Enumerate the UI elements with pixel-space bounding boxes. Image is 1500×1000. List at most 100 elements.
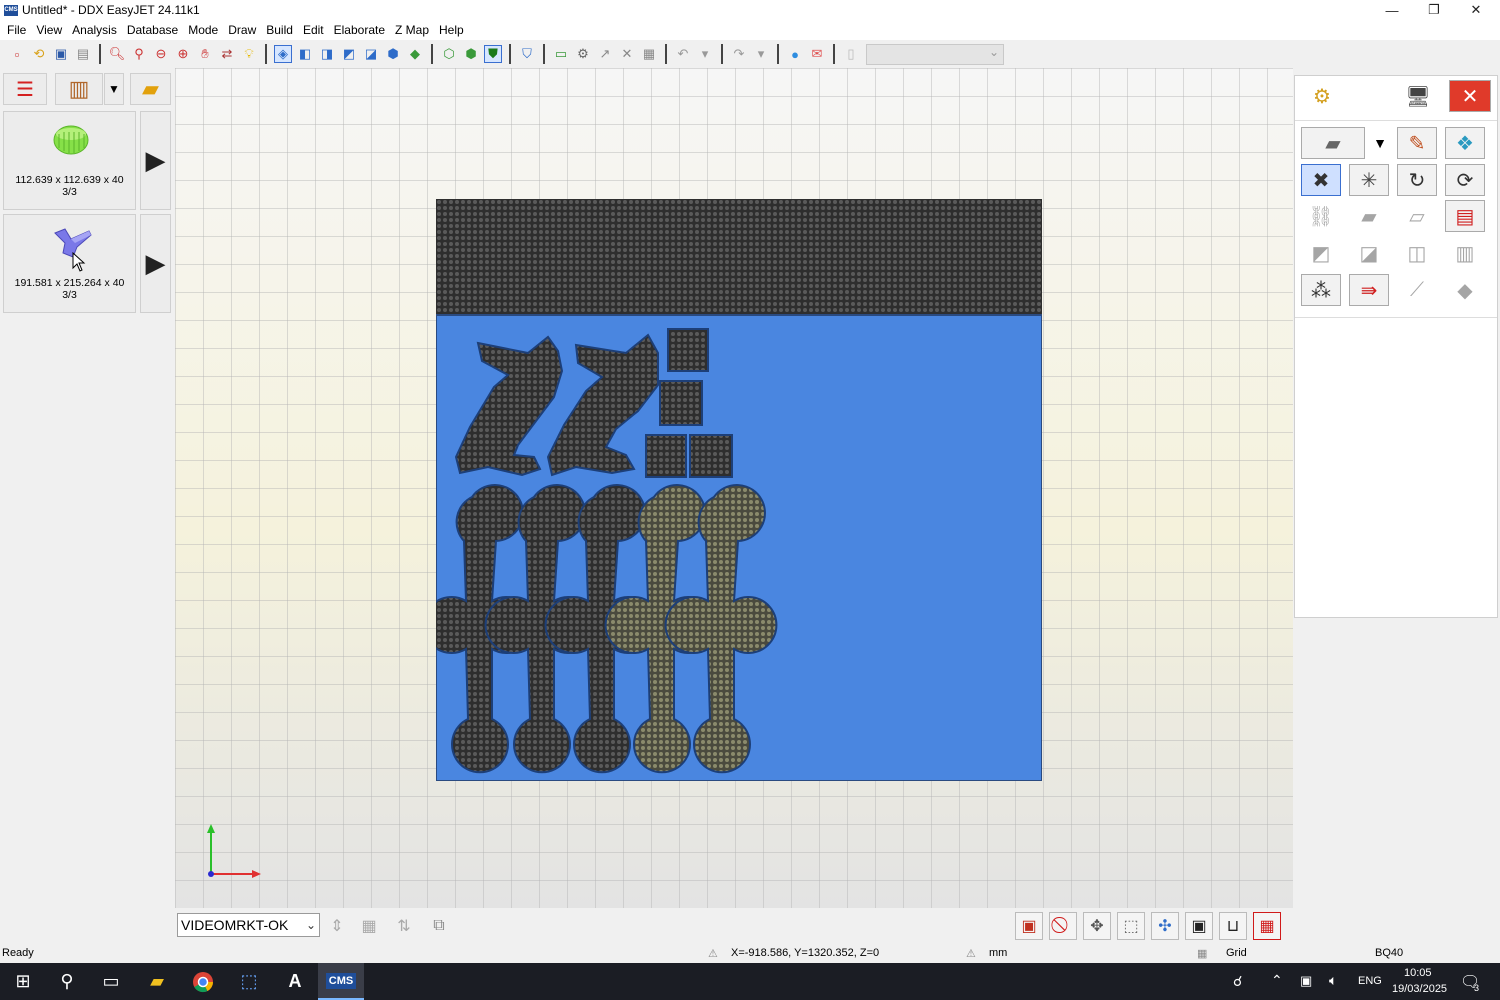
move-parts-icon[interactable]: ✣ xyxy=(1151,912,1179,940)
view-front-icon[interactable]: ◧ xyxy=(296,45,314,63)
parts-list-button[interactable]: ☰ xyxy=(3,73,47,105)
prohibit-icon[interactable]: ⃠ xyxy=(1049,912,1077,940)
part-card-1[interactable]: 112.639 x 112.639 x 40 3/3 xyxy=(3,111,136,210)
zoom-window-icon[interactable]: 🔍︎ xyxy=(108,45,126,63)
report-icon[interactable]: ▦ xyxy=(640,45,658,63)
spin-arrows-icon[interactable]: ⇕ xyxy=(323,913,351,939)
undo-dropdown-icon[interactable]: ▾ xyxy=(696,45,714,63)
sheet-dropdown-icon[interactable]: ▼ xyxy=(1369,127,1391,159)
toolbar-combo[interactable] xyxy=(866,43,1004,65)
nesting-tool-icon[interactable]: ⧉ xyxy=(425,913,453,939)
select-part-icon[interactable]: ⬚ xyxy=(1117,912,1145,940)
shaded-icon[interactable]: ⛊ xyxy=(484,45,502,63)
hidden-lines-icon[interactable]: ⬢ xyxy=(462,45,480,63)
cad-app-icon[interactable]: ⬚ xyxy=(226,963,272,1000)
path-icon[interactable]: ↗ xyxy=(596,45,614,63)
minimize-button[interactable]: — xyxy=(1372,0,1412,20)
spread-parts-icon[interactable]: ✳ xyxy=(1349,164,1389,196)
light-bulb-icon[interactable]: 💡︎ xyxy=(240,45,258,63)
menu-database[interactable]: Database xyxy=(122,23,183,37)
menu-file[interactable]: File xyxy=(2,23,31,37)
part-card-2[interactable]: 191.581 x 215.264 x 40 3/3 xyxy=(3,214,136,313)
zoom-out-icon[interactable]: ⊖ xyxy=(152,45,170,63)
menu-analysis[interactable]: Analysis xyxy=(67,23,122,37)
new-file-icon[interactable]: ▫ xyxy=(8,45,26,63)
cycle-icon[interactable]: ⟳ xyxy=(1445,164,1485,196)
menu-zmap[interactable]: Z Map xyxy=(390,23,434,37)
user-icon[interactable]: ● xyxy=(786,45,804,63)
menu-edit[interactable]: Edit xyxy=(298,23,329,37)
cutting-tool-icon[interactable]: ✎ xyxy=(1397,127,1437,159)
network-icon[interactable]: ▣ xyxy=(1300,973,1312,989)
redo-icon[interactable]: ↷ xyxy=(730,45,748,63)
tool-shape-a-icon[interactable]: ◩ xyxy=(1301,237,1341,269)
part-1-expand-button[interactable]: ▶ xyxy=(140,111,171,210)
close-panel-icon[interactable]: ✕ xyxy=(1449,80,1491,112)
view-right-icon[interactable]: ◩ xyxy=(340,45,358,63)
tool-link-icon[interactable]: ⛓ xyxy=(1301,200,1341,232)
chrome-icon[interactable] xyxy=(180,963,226,1000)
nest-sheet-icon[interactable]: ▣ xyxy=(1015,912,1043,940)
label-printer-icon[interactable]: ▤ xyxy=(1445,200,1485,232)
save-icon[interactable]: ▣ xyxy=(52,45,70,63)
view-left-icon[interactable]: ◨ xyxy=(318,45,336,63)
task-view-icon[interactable]: ▭ xyxy=(88,963,134,1000)
part-material-dropdown[interactable]: ▼ xyxy=(104,73,124,105)
menu-view[interactable]: View xyxy=(31,23,67,37)
clock-time[interactable]: 10:05 xyxy=(1404,967,1432,979)
close-button[interactable]: ✕ xyxy=(1456,0,1496,20)
rotate-icon[interactable]: ↻ xyxy=(1397,164,1437,196)
settings-gears-icon[interactable]: ⚙ xyxy=(1301,80,1343,112)
layer-select[interactable]: VIDEOMRKT-OK ⌄ xyxy=(177,913,320,937)
machine-computer-icon[interactable]: 🖥︎ xyxy=(1397,80,1439,112)
frame-icon[interactable]: ▣ xyxy=(1185,912,1213,940)
redo-dropdown-icon[interactable]: ▾ xyxy=(752,45,770,63)
zoom-in-icon[interactable]: ⊕ xyxy=(174,45,192,63)
grid-label[interactable]: Grid xyxy=(1226,947,1247,959)
menu-draw[interactable]: Draw xyxy=(223,23,261,37)
tool-shape-d-icon[interactable]: ▥ xyxy=(1445,237,1485,269)
sort-arrows-icon[interactable]: ⇅ xyxy=(390,913,418,939)
folder-button[interactable]: ▰ xyxy=(130,73,171,105)
tool-shape-b-icon[interactable]: ◪ xyxy=(1349,237,1389,269)
auto-nest-icon[interactable]: ✖ xyxy=(1301,164,1341,196)
menu-help[interactable]: Help xyxy=(434,23,469,37)
search-icon[interactable]: ⚲ xyxy=(44,963,90,1000)
language-indicator[interactable]: ENG xyxy=(1358,975,1382,987)
tool-sheet-icon[interactable]: ◆ xyxy=(1445,274,1485,306)
tool-piece-icon[interactable]: ▱ xyxy=(1397,200,1437,232)
zoom-all-icon[interactable]: ⚲ xyxy=(130,45,148,63)
volume-icon[interactable]: 🔈︎ xyxy=(1329,972,1337,989)
scatter-parts-icon[interactable]: ⁂ xyxy=(1301,274,1341,306)
file-explorer-icon[interactable]: ▰ xyxy=(134,963,180,1000)
people-icon[interactable]: ☌ xyxy=(1233,973,1242,990)
restore-button[interactable]: ❐ xyxy=(1414,0,1454,20)
undo-icon[interactable]: ↶ xyxy=(674,45,692,63)
view-3d-icon[interactable]: ◈ xyxy=(274,45,292,63)
clock-date[interactable]: 19/03/2025 xyxy=(1392,983,1447,995)
move-icon[interactable]: ✥ xyxy=(1083,912,1111,940)
chevron-up-icon[interactable]: ⌃ xyxy=(1271,972,1283,989)
print-icon[interactable]: ▤ xyxy=(74,45,92,63)
menu-elaborate[interactable]: Elaborate xyxy=(329,23,390,37)
sheet-stack-icon[interactable]: ▰ xyxy=(1301,127,1365,159)
tool-slab-icon[interactable]: ▰ xyxy=(1349,200,1389,232)
cms-app-taskbar-item[interactable]: CMS xyxy=(318,963,364,1000)
view-iso-icon[interactable]: ◆ xyxy=(406,45,424,63)
redraw-icon[interactable]: ⇄ xyxy=(218,45,236,63)
pan-hand-icon[interactable]: ✋︎ xyxy=(196,45,214,63)
machine-icon[interactable]: ⚙︎ xyxy=(574,45,592,63)
part-2-expand-button[interactable]: ▶ xyxy=(140,214,171,313)
autodesk-icon[interactable]: A xyxy=(272,963,318,1000)
mail-icon[interactable]: ✉ xyxy=(808,45,826,63)
nesting-canvas[interactable] xyxy=(175,68,1293,908)
wireframe-icon[interactable]: ⬡ xyxy=(440,45,458,63)
windows-start-icon[interactable]: ⊞ xyxy=(0,963,46,1000)
part-material-button[interactable]: ▥ xyxy=(55,73,103,105)
cross-path-icon[interactable]: ✕ xyxy=(618,45,636,63)
open-file-icon[interactable]: ⟲ xyxy=(30,45,48,63)
document-icon[interactable]: ▯ xyxy=(842,45,860,63)
part-3d-icon[interactable]: ❖ xyxy=(1445,127,1485,159)
sequence-icon[interactable]: ⇛ xyxy=(1349,274,1389,306)
tool-bend-icon[interactable]: ⟋ xyxy=(1397,274,1437,306)
